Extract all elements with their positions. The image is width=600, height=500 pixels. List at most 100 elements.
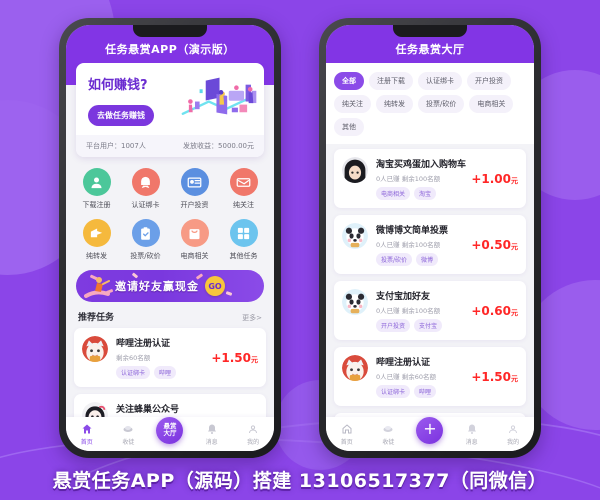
bell-icon	[467, 424, 476, 434]
hero-illustration	[172, 73, 264, 127]
invite-friends-banner[interactable]: 邀请好友赢现金 GO	[76, 270, 264, 302]
share-icon	[82, 219, 111, 247]
task-title: 微博博文简单投票	[376, 226, 449, 236]
plus-icon[interactable]: +	[416, 416, 444, 444]
filter-chip-follow[interactable]: 纯关注	[334, 95, 371, 113]
task-reward-amount: +1.00	[471, 171, 511, 186]
platform-stats: 平台用户：1007人 发放收益：5000.00元	[76, 135, 264, 157]
tab-label: 首页	[340, 438, 353, 446]
section-title: 推荐任务	[78, 313, 115, 323]
category-label: 开户投资	[180, 201, 209, 209]
task-reward: +1.50元	[467, 370, 518, 384]
task-row[interactable]: 支付宝加好友 0人已赚 剩余100名额 开户投资 支付宝 +0.60元	[334, 281, 526, 340]
tab-label: 消息	[465, 438, 478, 446]
task-tag: 开户投资	[376, 319, 411, 332]
apprentice-icon	[123, 425, 133, 432]
task-title: 哔哩注册认证	[376, 358, 431, 368]
category-item-invest[interactable]: 开户投资	[170, 168, 219, 210]
task-tag: 投票/砍价	[376, 253, 413, 266]
stat-payout: 发放收益：5000.00元	[183, 142, 254, 150]
task-title: 关注蜂巢公众号	[116, 405, 180, 415]
filter-chip-verify[interactable]: 认证绑卡	[418, 72, 462, 90]
task-reward-unit: 元	[511, 308, 518, 317]
task-reward-amount: +1.50	[211, 350, 251, 365]
tab-publish[interactable]: +	[409, 416, 451, 444]
stat-users: 平台用户：1007人	[86, 142, 146, 150]
hall-scroll-area[interactable]: 淘宝买鸡蛋加入购物车 0人已赚 剩余100名额 电商相关 淘宝 +1.00 元 微…	[326, 144, 534, 417]
task-row[interactable]: 微博博文简单投票 0人已赚 剩余100名额 投票/砍价 微博 +0.50元	[334, 215, 526, 274]
filter-chip-register[interactable]: 注册下载	[369, 72, 413, 90]
filter-chip-invest[interactable]: 开户投资	[467, 72, 511, 90]
avatar	[342, 223, 368, 249]
id-card-icon	[180, 168, 209, 196]
recommended-section-header: 推荐任务 更多>	[66, 302, 274, 328]
task-tags: 认证绑卡 哔哩	[116, 366, 207, 379]
category-item-vote[interactable]: 投票/砍价	[121, 219, 170, 261]
user-download-icon	[82, 168, 111, 196]
badge-heart-icon	[131, 168, 160, 196]
category-item-verify-card[interactable]: 认证绑卡	[121, 168, 170, 210]
home-scroll-area[interactable]: 如何赚钱? 去做任务赚钱 平台用户：1007人 发放收益：5000.00元 下载…	[66, 63, 274, 417]
phone-notch	[133, 25, 207, 37]
task-row[interactable]: 关注蜂巢公众号 剩余50名额 纯关注 公众号 +1.20元	[74, 394, 266, 417]
page-title: 任务悬赏APP（演示版）	[105, 43, 235, 56]
apprentice-icon	[383, 425, 393, 432]
phone-mockup-left: 任务悬赏APP（演示版） 如何赚钱? 去做任务赚钱 平台用户：1007人 发放收…	[59, 18, 281, 458]
promo-caption: 悬赏任务APP（源码）搭建 13106517377（同微信）	[52, 470, 548, 492]
avatar	[342, 157, 368, 183]
task-tags: 认证绑卡 哔哩	[376, 385, 467, 398]
task-tags: 投票/砍价 微博	[376, 253, 467, 266]
phone-mockup-right: 任务悬赏大厅 全部 注册下载 认证绑卡 开户投资 纯关注 纯转发 投票/砍价 电…	[319, 18, 541, 458]
task-row[interactable]: 哔哩注册认证 0人已赚 剩余60名额 认证绑卡 哔哩 +1.50元	[334, 347, 526, 406]
task-reward-unit: 元	[511, 374, 518, 383]
category-label: 认证绑卡	[131, 201, 160, 209]
task-row[interactable]: 哔哩注册认证 剩余60名额 认证绑卡 哔哩 +1.50元	[74, 328, 266, 387]
filter-chip-other[interactable]: 其他	[334, 118, 364, 136]
phone-notch	[393, 25, 467, 37]
person-icon	[509, 424, 518, 433]
task-row[interactable]: 淘宝买鸡蛋加入购物车 0人已赚 剩余100名额 电商相关 淘宝 +1.00元	[334, 149, 526, 208]
tab-label: 我的	[507, 438, 520, 446]
tab-label: 我的	[247, 438, 260, 446]
go-button[interactable]: GO	[205, 276, 225, 296]
filter-chip-ecommerce[interactable]: 电商相关	[469, 95, 514, 113]
filter-chip-all[interactable]: 全部	[334, 72, 364, 90]
category-item-follow[interactable]: 纯关注	[219, 168, 268, 210]
tab-label: 收徒	[382, 438, 395, 446]
confetti	[225, 291, 233, 296]
tab-hall[interactable]: 悬赏 大厅	[149, 416, 191, 444]
filter-chip-repost[interactable]: 纯转发	[376, 95, 413, 113]
tab-home[interactable]: 首页	[326, 423, 368, 446]
category-item-download-register[interactable]: 下载注册	[72, 168, 121, 210]
more-link[interactable]: 更多>	[242, 313, 262, 323]
bottom-navigation-left: 首页 收徒 悬赏 大厅 消息 我的	[66, 416, 274, 451]
filter-chip-vote[interactable]: 投票/砍价	[418, 95, 465, 113]
tab-messages[interactable]: 消息	[191, 423, 233, 446]
task-tags: 电商相关 淘宝	[376, 187, 467, 200]
tab-messages[interactable]: 消息	[451, 423, 493, 446]
center-line-2: 大厅	[163, 429, 177, 437]
hero-card[interactable]: 如何赚钱? 去做任务赚钱 平台用户：1007人 发放收益：5000.00元	[76, 63, 264, 157]
task-title: 淘宝买鸡蛋加入购物车	[376, 160, 467, 170]
hall-task-list: 淘宝买鸡蛋加入购物车 0人已赚 剩余100名额 电商相关 淘宝 +1.00 元 微…	[326, 144, 534, 417]
tab-apprentice[interactable]: 收徒	[108, 423, 150, 446]
task-tag: 哔哩	[154, 366, 177, 379]
hall-icon[interactable]: 悬赏 大厅	[156, 416, 184, 444]
do-tasks-button[interactable]: 去做任务赚钱	[88, 105, 154, 126]
bottom-navigation-right: 首页 收徒 + 消息 我的	[326, 416, 534, 451]
tab-profile[interactable]: 我的	[232, 423, 274, 446]
task-reward-amount: +1.50	[471, 369, 511, 384]
tab-home[interactable]: 首页	[66, 423, 108, 446]
category-item-repost[interactable]: 纯转发	[72, 219, 121, 261]
tab-apprentice[interactable]: 收徒	[368, 423, 410, 446]
category-label: 其他任务	[229, 252, 258, 260]
category-item-ecommerce[interactable]: 电商相关	[170, 219, 219, 261]
app-screen-home: 任务悬赏APP（演示版） 如何赚钱? 去做任务赚钱 平台用户：1007人 发放收…	[66, 25, 274, 451]
hero-title: 如何赚钱?	[88, 78, 148, 93]
task-quota: 0人已赚 剩余100名额	[376, 241, 441, 249]
task-title: 支付宝加好友	[376, 292, 431, 302]
task-reward: +1.50元	[207, 351, 258, 365]
home-icon	[82, 424, 92, 433]
tab-profile[interactable]: 我的	[492, 423, 534, 446]
category-item-other[interactable]: 其他任务	[219, 219, 268, 261]
